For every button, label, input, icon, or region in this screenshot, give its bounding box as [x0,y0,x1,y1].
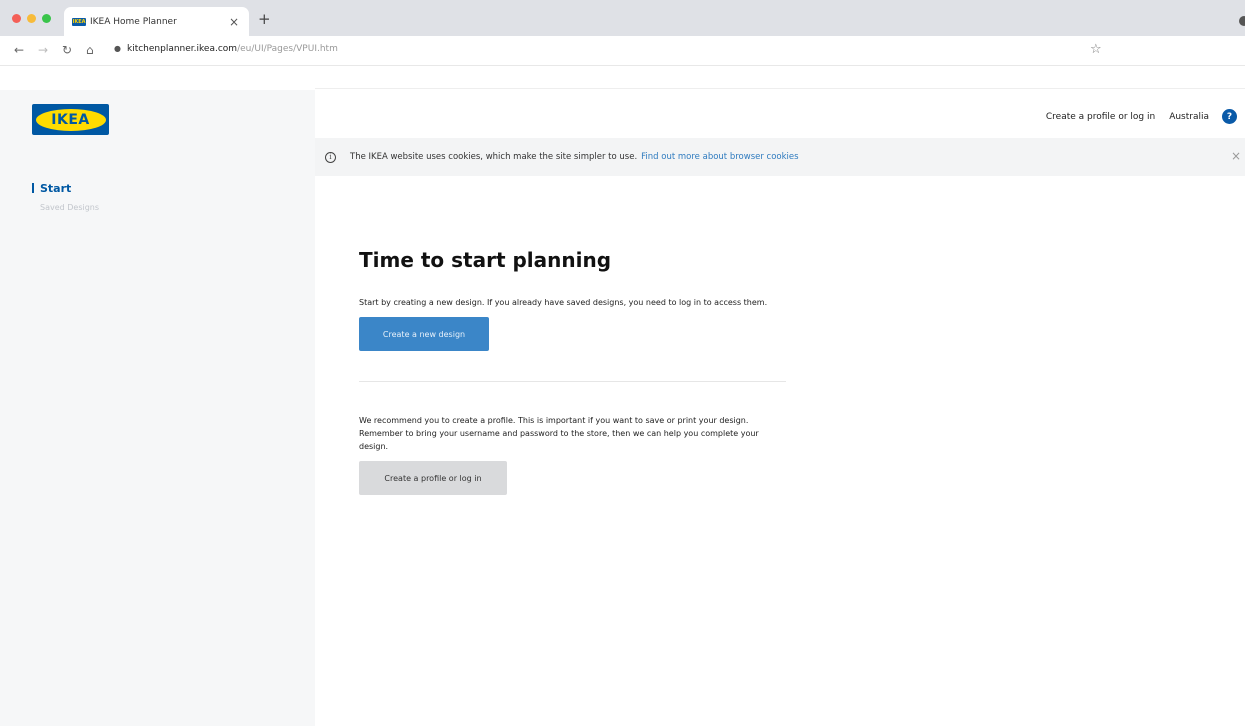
forward-arrow-icon[interactable]: → [38,43,48,57]
browser-profile-icon[interactable] [1239,16,1245,26]
sidebar-item-saved-designs[interactable]: Saved Designs [32,203,99,212]
create-new-design-button[interactable]: Create a new design [359,317,489,351]
create-profile-button[interactable]: Create a profile or log in [359,461,507,495]
back-arrow-icon[interactable]: ← [14,43,24,57]
header-divider [315,88,1245,89]
help-icon[interactable]: ? [1222,109,1237,124]
sidebar-item-start[interactable]: Start [32,182,99,195]
main-content: Time to start planning Start by creating… [359,248,789,495]
info-icon: i [325,151,336,163]
ikea-logo[interactable]: IKEA [32,104,109,135]
tab-close-icon[interactable]: × [227,15,241,29]
maximize-window-button[interactable] [42,14,51,23]
cookie-text: The IKEA website uses cookies, which mak… [350,152,638,162]
address-bar[interactable]: ● kitchenplanner.ikea.com/eu/UI/Pages/VPU… [114,44,338,54]
logo-text: IKEA [35,108,106,131]
browser-tab-bar: IKEA IKEA Home Planner × + [0,0,1245,36]
header-links: Create a profile or log in Australia [1046,112,1209,122]
star-icon[interactable]: ☆ [1090,42,1102,57]
home-icon[interactable]: ⌂ [86,43,94,57]
close-icon[interactable]: × [1231,149,1241,163]
url-path: /eu/UI/Pages/VPUI.htm [237,44,338,54]
reload-icon[interactable]: ↻ [62,43,72,57]
browser-toolbar: ← → ↻ ⌂ ● kitchenplanner.ikea.com/eu/UI/P… [0,36,1245,66]
page-title: Time to start planning [359,248,612,272]
section-divider [359,381,786,382]
profile-login-link[interactable]: Create a profile or log in [1046,112,1155,122]
url-host: kitchenplanner.ikea.com [126,44,238,54]
cookie-banner: i The IKEA website uses cookies, which m… [315,138,1245,176]
recommend-text: We recommend you to create a profile. Th… [359,416,759,451]
close-window-button[interactable] [12,14,21,23]
cookie-info-link[interactable]: Find out more about browser cookies [641,152,798,162]
tab-title: IKEA Home Planner [90,16,177,27]
sidebar: IKEA Start Saved Designs [0,90,315,726]
browser-tab[interactable]: IKEA IKEA Home Planner × [64,7,249,36]
lock-icon: ● [114,44,121,53]
ikea-favicon-icon: IKEA [72,17,86,26]
sidebar-nav: Start Saved Designs [32,182,99,212]
intro-text: Start by creating a new design. If you a… [359,298,768,307]
minimize-window-button[interactable] [27,14,36,23]
country-selector[interactable]: Australia [1169,112,1209,122]
new-tab-button[interactable]: + [258,12,271,27]
